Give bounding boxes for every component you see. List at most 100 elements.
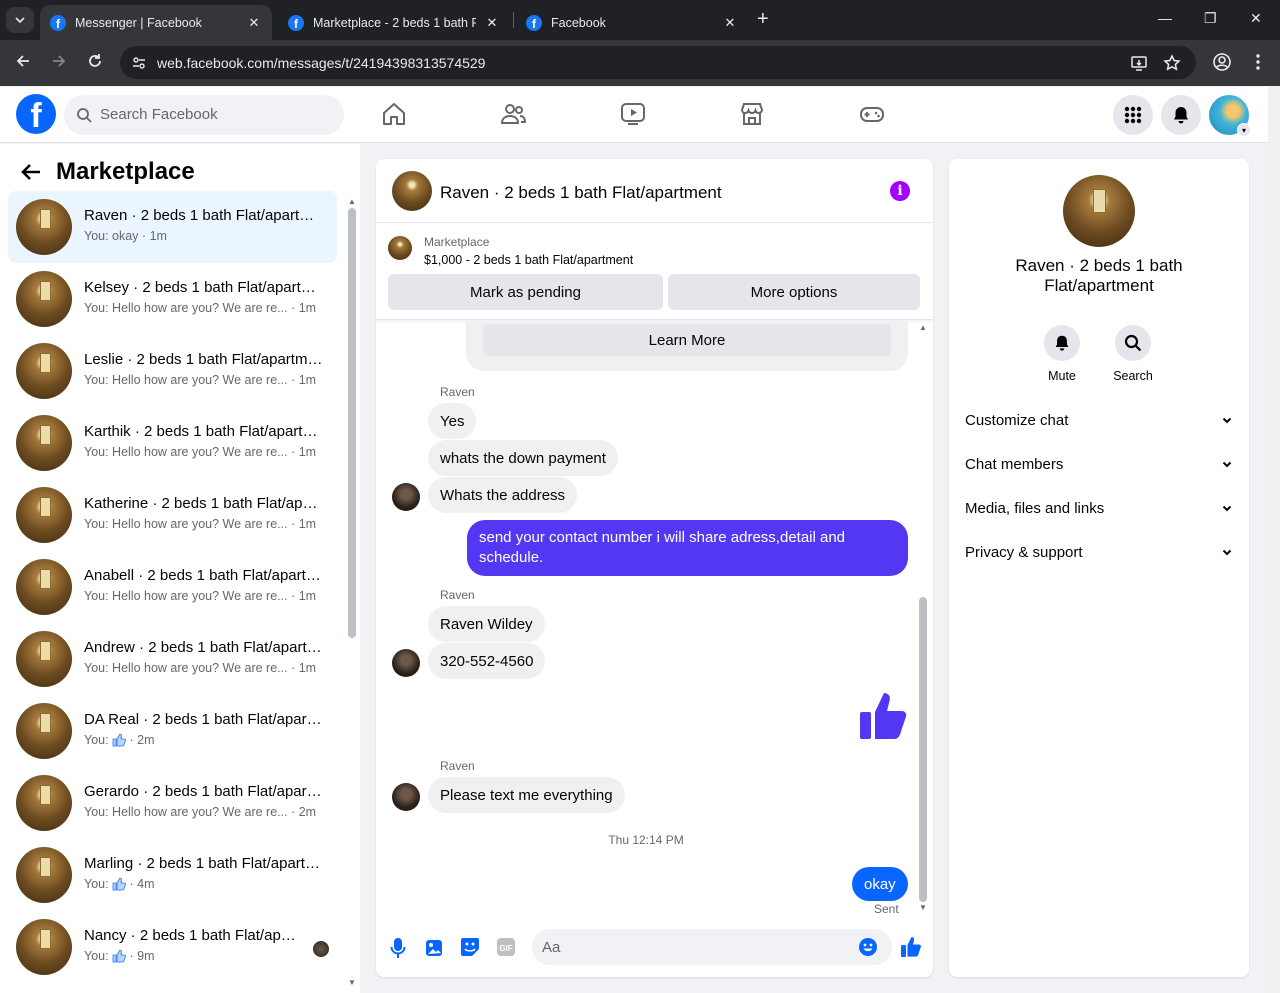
gif-icon[interactable]: GIF <box>496 937 516 957</box>
microphone-icon[interactable] <box>390 937 406 959</box>
back-arrow-icon[interactable] <box>14 52 32 70</box>
more-options-button[interactable]: More options <box>668 274 920 310</box>
facebook-favicon-icon: f <box>288 14 304 31</box>
privacy-support-section[interactable]: Privacy & support <box>965 538 1233 566</box>
profile-icon[interactable] <box>1212 52 1232 72</box>
conversation-item[interactable]: Karthik · 2 beds 1 bath Flat/apartment Y… <box>8 407 337 479</box>
chat-title[interactable]: Raven · 2 beds 1 bath Flat/apartment <box>440 183 722 203</box>
conversation-avatar <box>16 703 72 759</box>
new-tab-button[interactable]: + <box>757 8 769 30</box>
conversation-item[interactable]: Nancy · 2 beds 1 bath Flat/apartment You… <box>8 911 337 983</box>
conversation-item[interactable]: DA Real · 2 beds 1 bath Flat/apartment Y… <box>8 695 337 767</box>
facebook-logo-icon[interactable]: f <box>16 94 56 134</box>
conversation-item[interactable]: Raven · 2 beds 1 bath Flat/apartment You… <box>8 191 337 263</box>
sidebar-scrollbar-thumb[interactable] <box>348 208 356 638</box>
search-conversation-button[interactable]: Search <box>1098 325 1168 383</box>
browser-tab-messenger[interactable]: f Messenger | Facebook ✕ <box>40 5 272 40</box>
install-app-icon[interactable] <box>1130 54 1148 72</box>
thumbs-up-icon <box>112 877 127 891</box>
conversation-item[interactable]: Katherine · 2 beds 1 bath Flat/apartment… <box>8 479 337 551</box>
menu-grid-button[interactable] <box>1113 95 1153 135</box>
incoming-message[interactable]: Yes <box>428 403 477 439</box>
learn-more-button[interactable]: Learn More <box>483 324 891 356</box>
conversation-item[interactable]: Andrew · 2 beds 1 bath Flat/apartment Yo… <box>8 623 337 695</box>
outgoing-message[interactable]: send your contact number i will share ad… <box>467 520 908 576</box>
minimize-window-icon[interactable]: — <box>1158 10 1172 26</box>
conversation-item[interactable]: Gerardo · 2 beds 1 bath Flat/apartment Y… <box>8 767 337 839</box>
search-facebook-input[interactable]: Search Facebook <box>64 95 344 135</box>
sent-status: Sent <box>874 902 899 916</box>
home-icon[interactable] <box>381 101 407 127</box>
incoming-message[interactable]: 320-552-4560 <box>428 643 546 679</box>
incoming-message[interactable]: Please text me everything <box>428 777 625 813</box>
scroll-up-arrow[interactable]: ▲ <box>348 197 356 206</box>
message-timestamp: Thu 12:14 PM <box>608 833 684 847</box>
conversation-avatar <box>16 271 72 327</box>
video-icon[interactable] <box>620 101 646 127</box>
thumbs-up-sticker-icon[interactable] <box>859 691 909 741</box>
friends-icon[interactable] <box>500 101 526 127</box>
conversation-avatar <box>16 343 72 399</box>
close-window-icon[interactable]: ✕ <box>1250 10 1262 27</box>
close-tab-icon[interactable]: ✕ <box>246 15 262 31</box>
sender-avatar[interactable] <box>392 483 420 511</box>
like-thumbs-up-icon[interactable] <box>900 936 922 958</box>
browser-tab-facebook[interactable]: f Facebook ✕ <box>516 5 748 40</box>
chat-members-section[interactable]: Chat members <box>965 450 1233 478</box>
chat-header: Raven · 2 beds 1 bath Flat/apartment i <box>376 159 933 223</box>
conversation-avatar <box>16 847 72 903</box>
bookmark-star-icon[interactable] <box>1163 54 1181 72</box>
conversation-item[interactable]: Kelsey · 2 beds 1 bath Flat/apartment Yo… <box>8 263 337 335</box>
incoming-message[interactable]: whats the down payment <box>428 440 618 476</box>
mute-button[interactable]: Mute <box>1027 325 1097 383</box>
sender-avatar[interactable] <box>392 783 420 811</box>
reload-icon[interactable] <box>86 52 104 70</box>
photo-icon[interactable] <box>425 937 443 957</box>
browser-menu-icon[interactable] <box>1252 52 1264 72</box>
marketplace-icon[interactable] <box>739 101 765 127</box>
tab-search-button[interactable] <box>6 7 34 33</box>
url-bar[interactable]: web.facebook.com/messages/t/241943983135… <box>120 46 1196 79</box>
close-tab-icon[interactable]: ✕ <box>484 15 500 31</box>
conversation-item[interactable]: Anabell · 2 beds 1 bath Flat/apartment Y… <box>8 551 337 623</box>
search-icon <box>1124 334 1142 352</box>
conversation-item[interactable]: Marling · 2 beds 1 bath Flat/apartment Y… <box>8 839 337 911</box>
facebook-favicon-icon: f <box>526 14 542 31</box>
gaming-icon[interactable] <box>859 101 885 127</box>
scroll-up-arrow[interactable]: ▲ <box>919 323 927 332</box>
listing-thumbnail[interactable] <box>388 236 412 260</box>
incoming-message[interactable]: Raven Wildey <box>428 606 545 642</box>
profile-avatar[interactable] <box>1063 175 1135 247</box>
sticker-icon[interactable] <box>460 937 480 957</box>
scroll-down-arrow[interactable]: ▼ <box>919 903 927 912</box>
incoming-message[interactable]: Whats the address <box>428 477 578 513</box>
mark-as-pending-button[interactable]: Mark as pending <box>388 274 663 310</box>
chat-avatar[interactable] <box>392 171 432 211</box>
notifications-button[interactable] <box>1161 95 1201 135</box>
restore-window-icon[interactable]: ❐ <box>1204 10 1217 27</box>
emoji-icon[interactable] <box>858 937 878 957</box>
conversation-avatar <box>16 631 72 687</box>
site-settings-icon[interactable] <box>131 55 147 71</box>
url-text: web.facebook.com/messages/t/241943983135… <box>157 55 486 71</box>
browser-tab-marketplace[interactable]: f Marketplace - 2 beds 1 bath Fla ✕ <box>278 5 510 40</box>
scroll-down-arrow[interactable]: ▼ <box>348 978 356 987</box>
account-avatar[interactable]: ▾ <box>1209 95 1251 137</box>
chevron-down-icon <box>15 17 25 24</box>
close-tab-icon[interactable]: ✕ <box>722 15 738 31</box>
outgoing-message[interactable]: okay <box>852 867 908 901</box>
forward-arrow-icon[interactable] <box>50 52 68 70</box>
back-arrow-icon[interactable] <box>20 161 42 183</box>
sidebar-header: Marketplace <box>20 158 195 186</box>
svg-text:GIF: GIF <box>499 944 512 953</box>
thumbs-up-icon <box>112 949 127 963</box>
media-files-links-section[interactable]: Media, files and links <box>965 494 1233 522</box>
sender-avatar[interactable] <box>392 649 420 677</box>
chat-scrollbar-thumb[interactable] <box>919 597 927 902</box>
message-input[interactable]: Aa <box>532 929 892 965</box>
conversation-item[interactable]: Leslie · 2 beds 1 bath Flat/apartment Yo… <box>8 335 337 407</box>
customize-chat-section[interactable]: Customize chat <box>965 406 1233 434</box>
tab-separator <box>513 12 514 28</box>
info-icon[interactable]: i <box>890 181 910 201</box>
page-scrollbar[interactable] <box>1268 87 1280 993</box>
